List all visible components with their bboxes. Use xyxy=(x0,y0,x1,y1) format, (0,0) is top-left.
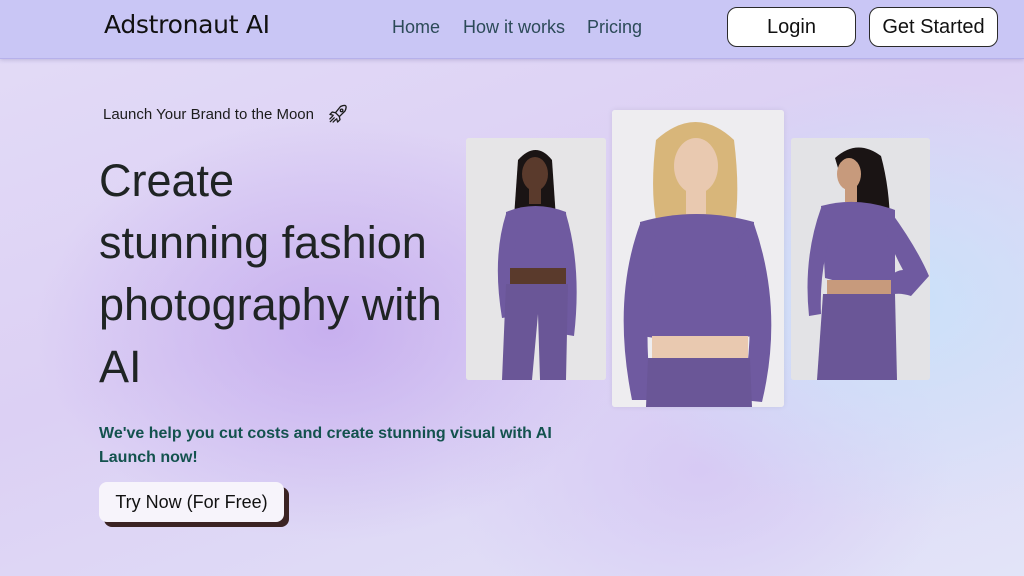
model-photo-3 xyxy=(791,138,930,380)
headline-line: AI xyxy=(99,341,142,392)
model-photo-1 xyxy=(466,138,606,380)
nav-link-pricing[interactable]: Pricing xyxy=(587,17,642,38)
subtext-line: We've help you cut costs and create stun… xyxy=(99,425,552,442)
hero-tagline: Launch Your Brand to the Moon xyxy=(103,105,314,123)
model-photo-2 xyxy=(612,110,784,407)
headline-line: Create xyxy=(99,155,235,206)
nav-link-home[interactable]: Home xyxy=(392,17,440,38)
hero-subtext: We've help you cut costs and create stun… xyxy=(99,422,559,470)
headline-line: stunning fashion xyxy=(99,217,427,268)
try-now-button[interactable]: Try Now (For Free) xyxy=(99,482,284,522)
hero-headline: Create stunning fashion photography with… xyxy=(99,150,459,398)
rocket-icon xyxy=(326,102,350,126)
headline-line: photography with xyxy=(99,279,442,330)
hero-tagline-row: Launch Your Brand to the Moon xyxy=(103,102,350,126)
login-button[interactable]: Login xyxy=(727,7,856,47)
top-navbar: Adstronaut AI Home How it works Pricing … xyxy=(0,0,1024,59)
get-started-button[interactable]: Get Started xyxy=(869,7,998,47)
nav-link-how-it-works[interactable]: How it works xyxy=(463,17,565,38)
brand-logo[interactable]: Adstronaut AI xyxy=(104,10,270,39)
subtext-line: Launch now! xyxy=(99,449,198,466)
